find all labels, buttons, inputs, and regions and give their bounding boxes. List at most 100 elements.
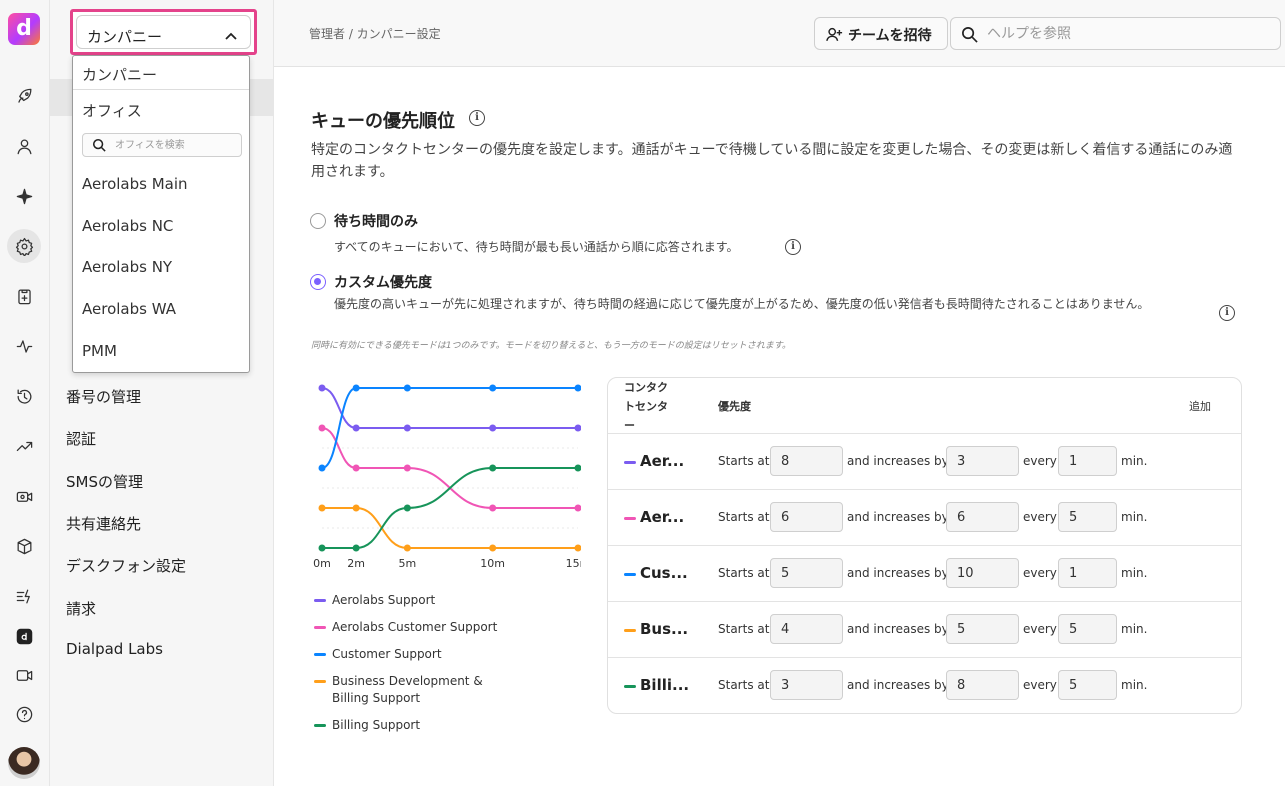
- dropdown-item-company[interactable]: カンパニー: [82, 64, 157, 85]
- sidebar-item-deskphone[interactable]: デスクフォン設定: [66, 555, 186, 576]
- search-icon: [962, 27, 978, 43]
- starts-at-input[interactable]: [770, 558, 843, 588]
- every-label: every: [1023, 566, 1057, 580]
- every-input[interactable]: [1058, 502, 1117, 532]
- increases-by-input[interactable]: [946, 502, 1019, 532]
- rocket-icon[interactable]: [7, 79, 41, 113]
- chevron-up-icon: [225, 32, 237, 40]
- help-search[interactable]: [950, 17, 1281, 50]
- option-custom-priority-label[interactable]: カスタム優先度: [334, 272, 432, 292]
- clipboard-icon[interactable]: [7, 279, 41, 313]
- min-unit-label: min.: [1121, 566, 1148, 580]
- info-icon[interactable]: i: [1219, 305, 1235, 321]
- legend-swatch: [314, 653, 326, 656]
- info-icon[interactable]: i: [785, 239, 801, 255]
- info-icon[interactable]: i: [469, 110, 485, 126]
- dropdown-item-office[interactable]: オフィス: [82, 100, 142, 121]
- increases-by-input[interactable]: [946, 670, 1019, 700]
- invite-team-label: チームを招待: [848, 28, 932, 44]
- invite-team-button[interactable]: チームを招待: [814, 17, 948, 50]
- office-option[interactable]: PMM: [82, 342, 117, 360]
- row-color-swatch: [624, 685, 636, 688]
- office-option[interactable]: Aerolabs NY: [82, 258, 172, 276]
- help-icon[interactable]: [7, 697, 41, 731]
- office-search-input[interactable]: [115, 137, 235, 153]
- radio-custom-priority[interactable]: [310, 274, 326, 290]
- dialpad-logo[interactable]: d: [8, 13, 40, 45]
- every-input[interactable]: [1058, 446, 1117, 476]
- help-search-input[interactable]: [987, 25, 1267, 43]
- every-input[interactable]: [1058, 614, 1117, 644]
- series-point: [574, 544, 581, 552]
- starts-at-label: Starts at: [718, 454, 770, 468]
- row-color-swatch: [624, 461, 636, 464]
- starts-at-input[interactable]: [770, 446, 843, 476]
- company-select[interactable]: カンパニー: [70, 9, 257, 55]
- person-icon[interactable]: [7, 129, 41, 163]
- sparkle-icon[interactable]: [7, 179, 41, 213]
- cube-icon[interactable]: [7, 529, 41, 563]
- dialpad-icon[interactable]: [7, 619, 41, 653]
- starts-at-label: Starts at: [718, 678, 770, 692]
- office-search[interactable]: [82, 133, 242, 157]
- row-contact-center-name: Cus...: [640, 564, 688, 582]
- increases-by-input[interactable]: [946, 614, 1019, 644]
- increases-by-label: and increases by: [847, 566, 949, 580]
- x-tick-label: 10m: [480, 557, 505, 570]
- gear-icon[interactable]: [7, 229, 41, 263]
- min-unit-label: min.: [1121, 678, 1148, 692]
- sidebar-item-shared-contacts[interactable]: 共有連絡先: [66, 513, 141, 534]
- sidebar-item-sms[interactable]: SMSの管理: [66, 471, 143, 492]
- top-header: 管理者 / カンパニー設定 チームを招待: [274, 0, 1285, 67]
- increases-by-label: and increases by: [847, 510, 949, 524]
- office-option[interactable]: Aerolabs NC: [82, 217, 173, 235]
- camera-gear-icon[interactable]: [7, 479, 41, 513]
- series-point: [352, 464, 360, 472]
- increases-by-input[interactable]: [946, 558, 1019, 588]
- table-row: Aer... Starts at and increases by every min.: [608, 433, 1241, 489]
- series-point: [574, 464, 581, 472]
- video-icon[interactable]: [7, 658, 41, 692]
- office-option[interactable]: Aerolabs Main: [82, 175, 188, 193]
- priority-table: コンタクトセンター 優先度 追加 Aer... Starts at and incr…: [607, 377, 1242, 714]
- company-select-label: カンパニー: [87, 28, 163, 46]
- header-add[interactable]: 追加: [1189, 397, 1211, 416]
- series-point: [352, 384, 360, 392]
- main-content: キューの優先順位 i 特定のコンタクトセンターの優先度を設定します。通話がキュー…: [274, 67, 1285, 786]
- series-line: [321, 387, 578, 429]
- increases-by-input[interactable]: [946, 446, 1019, 476]
- legend-label: Billing Support: [332, 718, 421, 732]
- sidebar-item-auth[interactable]: 認証: [66, 428, 96, 449]
- starts-at-input[interactable]: [770, 670, 843, 700]
- dropdown-divider: [73, 89, 249, 90]
- option-custom-priority-description: 優先度の高いキューが先に処理されますが、待ち時間の経過に応じて優先度が上がるため…: [334, 297, 1150, 311]
- starts-at-input[interactable]: [770, 502, 843, 532]
- min-unit-label: min.: [1121, 622, 1148, 636]
- series-point: [574, 384, 581, 392]
- breadcrumb: 管理者 / カンパニー設定: [309, 27, 441, 41]
- starts-at-label: Starts at: [718, 566, 770, 580]
- series-point: [574, 504, 581, 512]
- option-wait-time-description: すべてのキューにおいて、待ち時間が最も長い通話から順に応答されます。: [334, 240, 739, 254]
- option-wait-time-label[interactable]: 待ち時間のみ: [334, 211, 418, 231]
- sidebar-item-billing[interactable]: 請求: [66, 598, 96, 619]
- activity-icon[interactable]: [7, 329, 41, 363]
- min-unit-label: min.: [1121, 510, 1148, 524]
- series-point: [318, 424, 326, 432]
- row-contact-center-name: Billi...: [640, 676, 690, 694]
- office-option[interactable]: Aerolabs WA: [82, 300, 176, 318]
- every-label: every: [1023, 510, 1057, 524]
- sidebar-item-numbers[interactable]: 番号の管理: [66, 386, 141, 407]
- every-input[interactable]: [1058, 670, 1117, 700]
- avatar[interactable]: [8, 747, 40, 779]
- row-color-swatch: [624, 629, 636, 632]
- every-input[interactable]: [1058, 558, 1117, 588]
- starts-at-input[interactable]: [770, 614, 843, 644]
- section-title: キューの優先順位: [311, 111, 455, 132]
- sidebar-item-labs[interactable]: Dialpad Labs: [66, 640, 163, 658]
- radio-wait-time-only[interactable]: [310, 213, 326, 229]
- series-point: [318, 504, 326, 512]
- list-bolt-icon[interactable]: [7, 579, 41, 613]
- trending-icon[interactable]: [7, 429, 41, 463]
- history-icon[interactable]: [7, 379, 41, 413]
